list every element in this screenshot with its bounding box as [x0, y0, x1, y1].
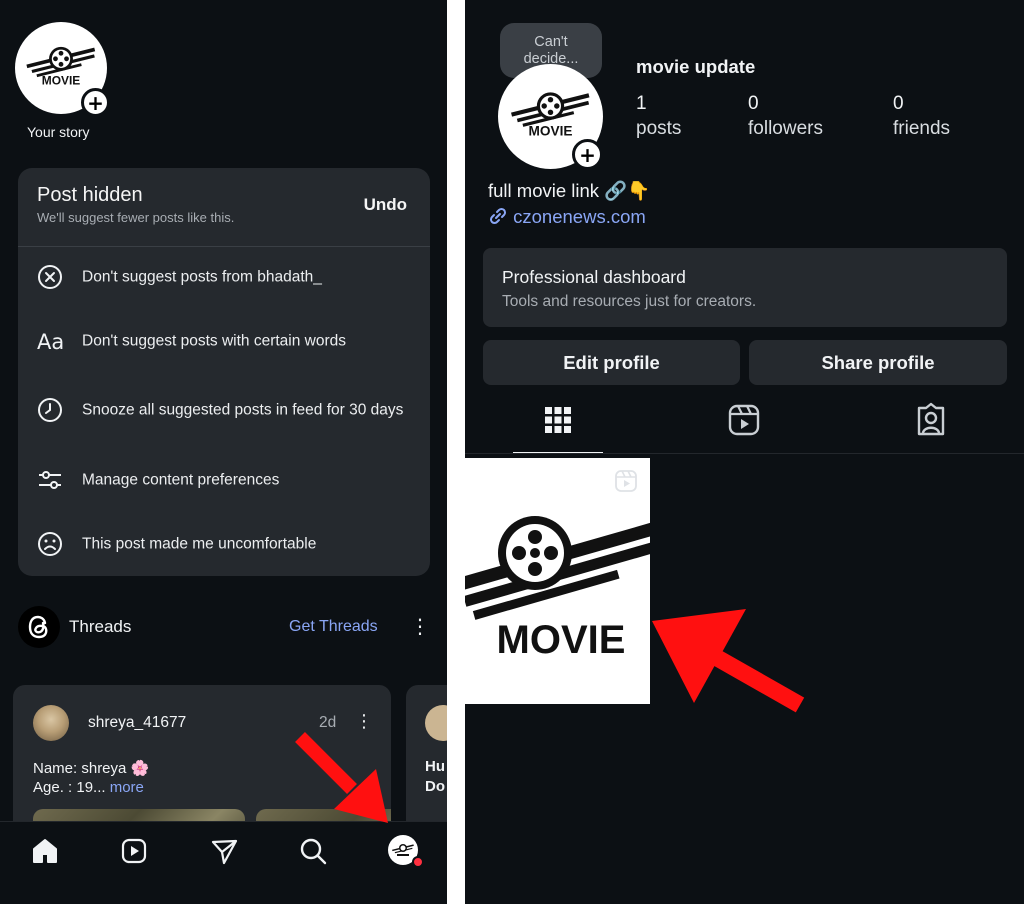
send-icon[interactable] [209, 836, 239, 866]
more-link[interactable]: more [110, 779, 144, 796]
dashboard-title: Professional dashboard [502, 267, 686, 287]
grid-post[interactable]: MOVIE [465, 458, 650, 704]
red-arrow-annotation [652, 609, 805, 713]
menu-subtitle: We'll suggest fewer posts like this. [37, 210, 235, 225]
profile-link-text[interactable]: czonenews.com [513, 206, 646, 227]
thread-text: Age. : 19... [33, 779, 106, 796]
feed-panel: MOVIE + Your story Post hidden We'll sug… [0, 0, 447, 904]
profile-link[interactable]: czonenews.com [488, 206, 646, 228]
stat-value: 0 [748, 93, 759, 114]
menu-item-label: This post made me uncomfortable [82, 535, 317, 553]
menu-item-label: Don't suggest posts from bhadath_ [82, 268, 322, 286]
post-logo-text: MOVIE [497, 618, 626, 662]
svg-text:Aa: Aa [37, 330, 63, 354]
menu-item-label: Don't suggest posts with certain words [82, 332, 346, 350]
thread-text: Hu Do [425, 758, 445, 795]
sliders-icon [39, 471, 61, 489]
menu-item-dont-suggest-words[interactable]: Aa Don't suggest posts with certain word… [18, 319, 430, 363]
grid-icon[interactable] [538, 400, 578, 440]
avatar[interactable] [33, 705, 69, 741]
menu-title: Post hidden [37, 184, 143, 206]
profile-avatar[interactable] [388, 835, 424, 868]
stat-label: followers [748, 118, 823, 139]
menu-item-content-preferences[interactable]: Manage content preferences [18, 458, 430, 502]
home-icon[interactable] [30, 836, 60, 866]
movie-logo: MOVIE [465, 516, 650, 662]
stat-label: posts [636, 118, 682, 139]
reels-icon [615, 470, 637, 492]
professional-dashboard[interactable]: Professional dashboard Tools and resourc… [483, 248, 1007, 327]
story-caption: Your story [27, 124, 90, 140]
plus-icon[interactable]: + [81, 88, 110, 117]
plus-icon[interactable]: + [572, 139, 603, 170]
logo-text: MOVIE [529, 123, 573, 138]
thread-text-line: Name: shreya 🌸 [33, 760, 150, 777]
threads-row: Threads Get Threads ⋮ [18, 606, 430, 648]
menu-item-uncomfortable[interactable]: This post made me uncomfortable [18, 522, 430, 566]
tagged-icon[interactable] [911, 400, 951, 440]
profile-name: movie update [636, 56, 756, 77]
menu-item-dont-suggest-account[interactable]: Don't suggest posts from bhadath_ [18, 255, 430, 299]
reels-icon[interactable] [119, 836, 149, 866]
stat-friends[interactable]: 0 friends [893, 92, 950, 142]
get-threads-link[interactable]: Get Threads [289, 618, 378, 636]
circle-x-icon [38, 265, 62, 289]
dashboard-subtitle: Tools and resources just for creators. [502, 293, 757, 310]
text-aa-icon: Aa [37, 330, 63, 354]
profile-panel: Can't decide... MOVIE + movie update 1 po… [465, 0, 1024, 904]
profile-bio: full movie link 🔗👇 [488, 180, 651, 201]
thread-text-line: Age. : 19... more [33, 779, 144, 796]
threads-label: Threads [69, 617, 132, 636]
avatar[interactable] [425, 705, 447, 741]
divider [465, 453, 1024, 454]
divider [18, 246, 430, 247]
logo-text: MOVIE [42, 74, 81, 88]
notification-dot [412, 856, 424, 868]
clock-icon [38, 398, 62, 422]
search-icon[interactable] [298, 836, 328, 866]
threads-icon [18, 606, 60, 648]
red-arrow-annotation [295, 732, 388, 823]
thread-username[interactable]: shreya_41677 [88, 714, 186, 732]
stat-posts[interactable]: 1 posts [636, 92, 681, 142]
share-profile-button[interactable]: Share profile [749, 340, 1007, 385]
link-icon [489, 207, 507, 225]
stat-value: 0 [893, 93, 904, 114]
menu-item-label: Manage content preferences [82, 471, 280, 489]
undo-button[interactable]: Undo [364, 195, 407, 215]
post-hidden-menu: Post hidden We'll suggest fewer posts li… [18, 168, 430, 576]
stat-value: 1 [636, 93, 647, 114]
more-options-icon[interactable]: ⋮ [410, 614, 430, 639]
edit-profile-button[interactable]: Edit profile [483, 340, 740, 385]
stat-followers[interactable]: 0 followers [748, 92, 823, 142]
reels-icon[interactable] [724, 400, 764, 440]
menu-item-label: Snooze all suggested posts in feed for 3… [82, 401, 404, 419]
sad-face-icon [38, 532, 62, 556]
menu-item-snooze[interactable]: Snooze all suggested posts in feed for 3… [18, 388, 430, 432]
stat-label: friends [893, 118, 951, 139]
